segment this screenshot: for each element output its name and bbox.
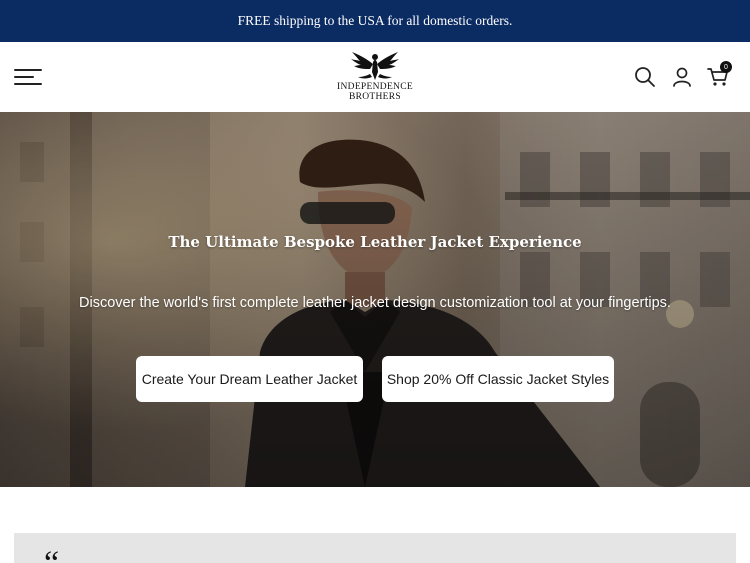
logo[interactable]: INDEPENDENCE BROTHERS [318,50,432,106]
testimonial-section: “ [14,533,736,563]
cart-icon[interactable]: 0 [707,61,732,93]
account-icon[interactable] [671,66,693,93]
quote-mark-icon: “ [44,547,59,563]
hero-banner: The Ultimate Bespoke Leather Jacket Expe… [0,112,750,487]
eagle-logo-icon [351,52,399,80]
site-header: INDEPENDENCE BROTHERS 0 [0,42,750,112]
announcement-text: FREE shipping to the USA for all domesti… [237,13,513,28]
menu-icon[interactable] [14,67,42,87]
announcement-bar: FREE shipping to the USA for all domesti… [0,0,750,42]
create-jacket-button[interactable]: Create Your Dream Leather Jacket [136,356,363,402]
shop-classic-styles-button[interactable]: Shop 20% Off Classic Jacket Styles [382,356,614,402]
hero-subtitle: Discover the world's first complete leat… [79,295,671,311]
search-icon[interactable] [634,66,656,93]
logo-line-1: INDEPENDENCE [337,82,413,92]
logo-line-2: BROTHERS [348,92,402,102]
hero-title: The Ultimate Bespoke Leather Jacket Expe… [168,233,582,251]
cart-count-badge: 0 [720,61,732,73]
